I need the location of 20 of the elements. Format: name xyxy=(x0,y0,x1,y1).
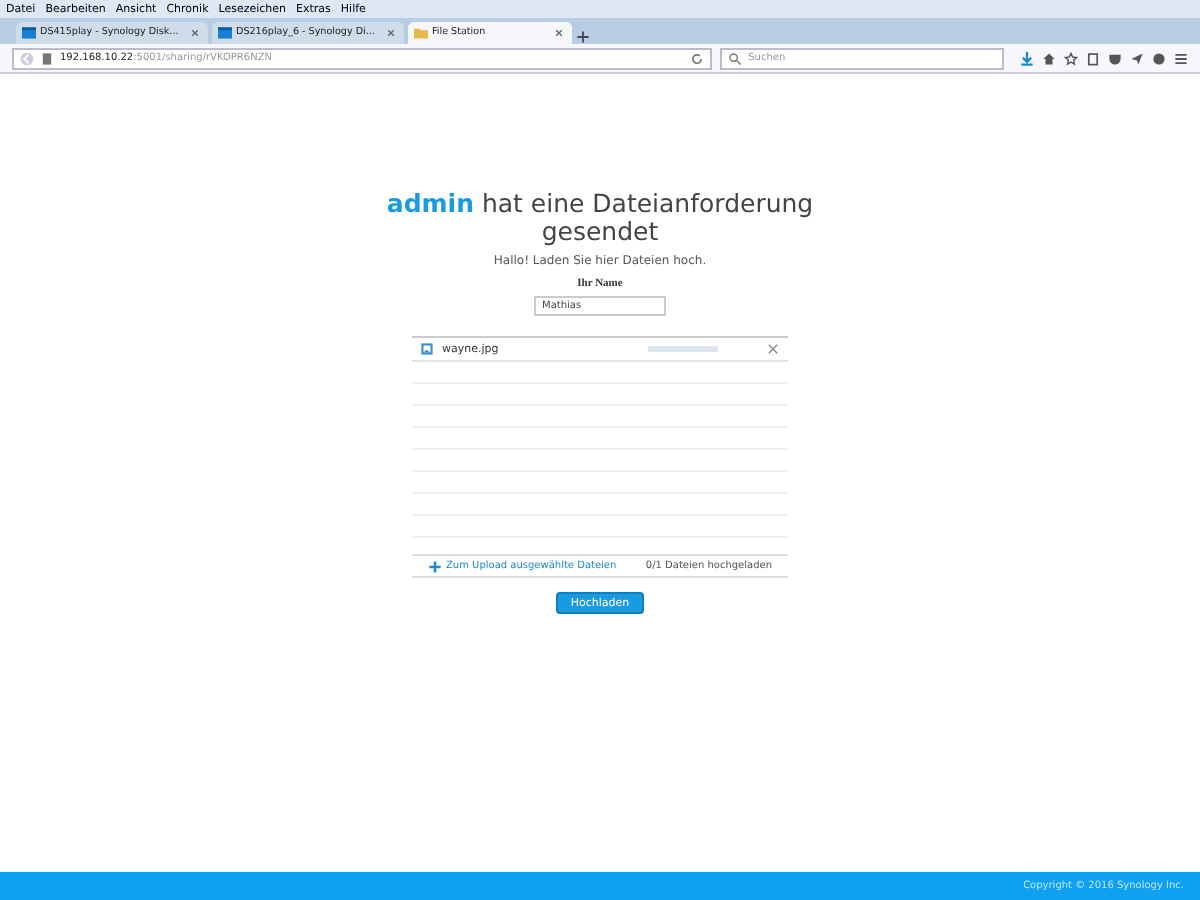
plus-icon[interactable] xyxy=(576,30,590,44)
home-icon[interactable] xyxy=(1042,51,1056,65)
close-icon[interactable] xyxy=(766,342,780,356)
star-icon[interactable] xyxy=(1064,51,1078,65)
app-icon xyxy=(22,26,36,40)
close-icon[interactable] xyxy=(552,26,566,40)
reload-icon[interactable] xyxy=(690,51,705,65)
app-icon xyxy=(218,26,232,40)
close-icon[interactable] xyxy=(384,26,398,40)
menu-icon[interactable] xyxy=(1174,51,1188,65)
search-icon xyxy=(728,51,743,65)
page-icon xyxy=(40,51,54,65)
folder-icon xyxy=(414,26,428,40)
download-icon[interactable] xyxy=(1020,51,1034,65)
send-icon[interactable] xyxy=(1130,51,1144,65)
plus-icon xyxy=(428,559,442,573)
heading: admin hat eine Dateianforderung gesendet xyxy=(384,190,816,246)
close-icon[interactable] xyxy=(188,26,202,40)
image-file-icon xyxy=(420,342,434,356)
progress-track xyxy=(648,346,718,352)
